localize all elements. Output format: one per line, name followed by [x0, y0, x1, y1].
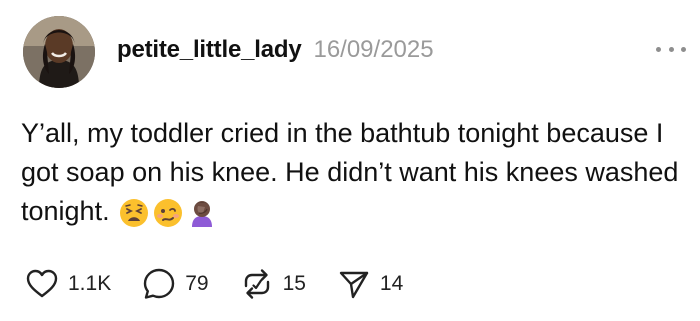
post-card: petite_little_lady 16/09/2025 Y’all, my …	[0, 0, 700, 321]
weary-face-emoji-icon	[119, 198, 148, 227]
facepalm-woman-emoji-icon	[191, 200, 212, 227]
share-count: 14	[379, 272, 404, 295]
more-dot	[668, 46, 674, 52]
post-body: Y’all, my toddler cried in the bathtub t…	[21, 114, 691, 231]
comment-count: 79	[185, 272, 209, 295]
post-date: 16/09/2025	[313, 36, 434, 63]
send-icon	[339, 271, 369, 299]
comment-icon	[144, 268, 175, 299]
emoji-group	[118, 197, 220, 229]
avatar[interactable]	[23, 16, 95, 88]
more-dot	[656, 46, 661, 52]
post-header: petite_little_lady 16/09/2025	[117, 36, 434, 64]
avatar-image	[23, 16, 95, 88]
like-button[interactable]: 1.1K	[24, 266, 111, 302]
woozy-face-emoji-icon	[153, 198, 182, 227]
repost-button[interactable]: 15	[239, 266, 306, 302]
like-count: 1.1K	[68, 272, 112, 295]
action-bar: 1.1K 79 15 14	[24, 266, 433, 302]
more-dot	[681, 46, 686, 52]
heart-icon	[26, 269, 58, 298]
share-button[interactable]: 14	[336, 266, 403, 302]
repost-count: 15	[282, 272, 306, 295]
comment-button[interactable]: 79	[141, 266, 209, 302]
username[interactable]: petite_little_lady	[117, 36, 302, 64]
more-options-icon[interactable]	[656, 42, 686, 56]
repost-icon	[244, 269, 269, 299]
